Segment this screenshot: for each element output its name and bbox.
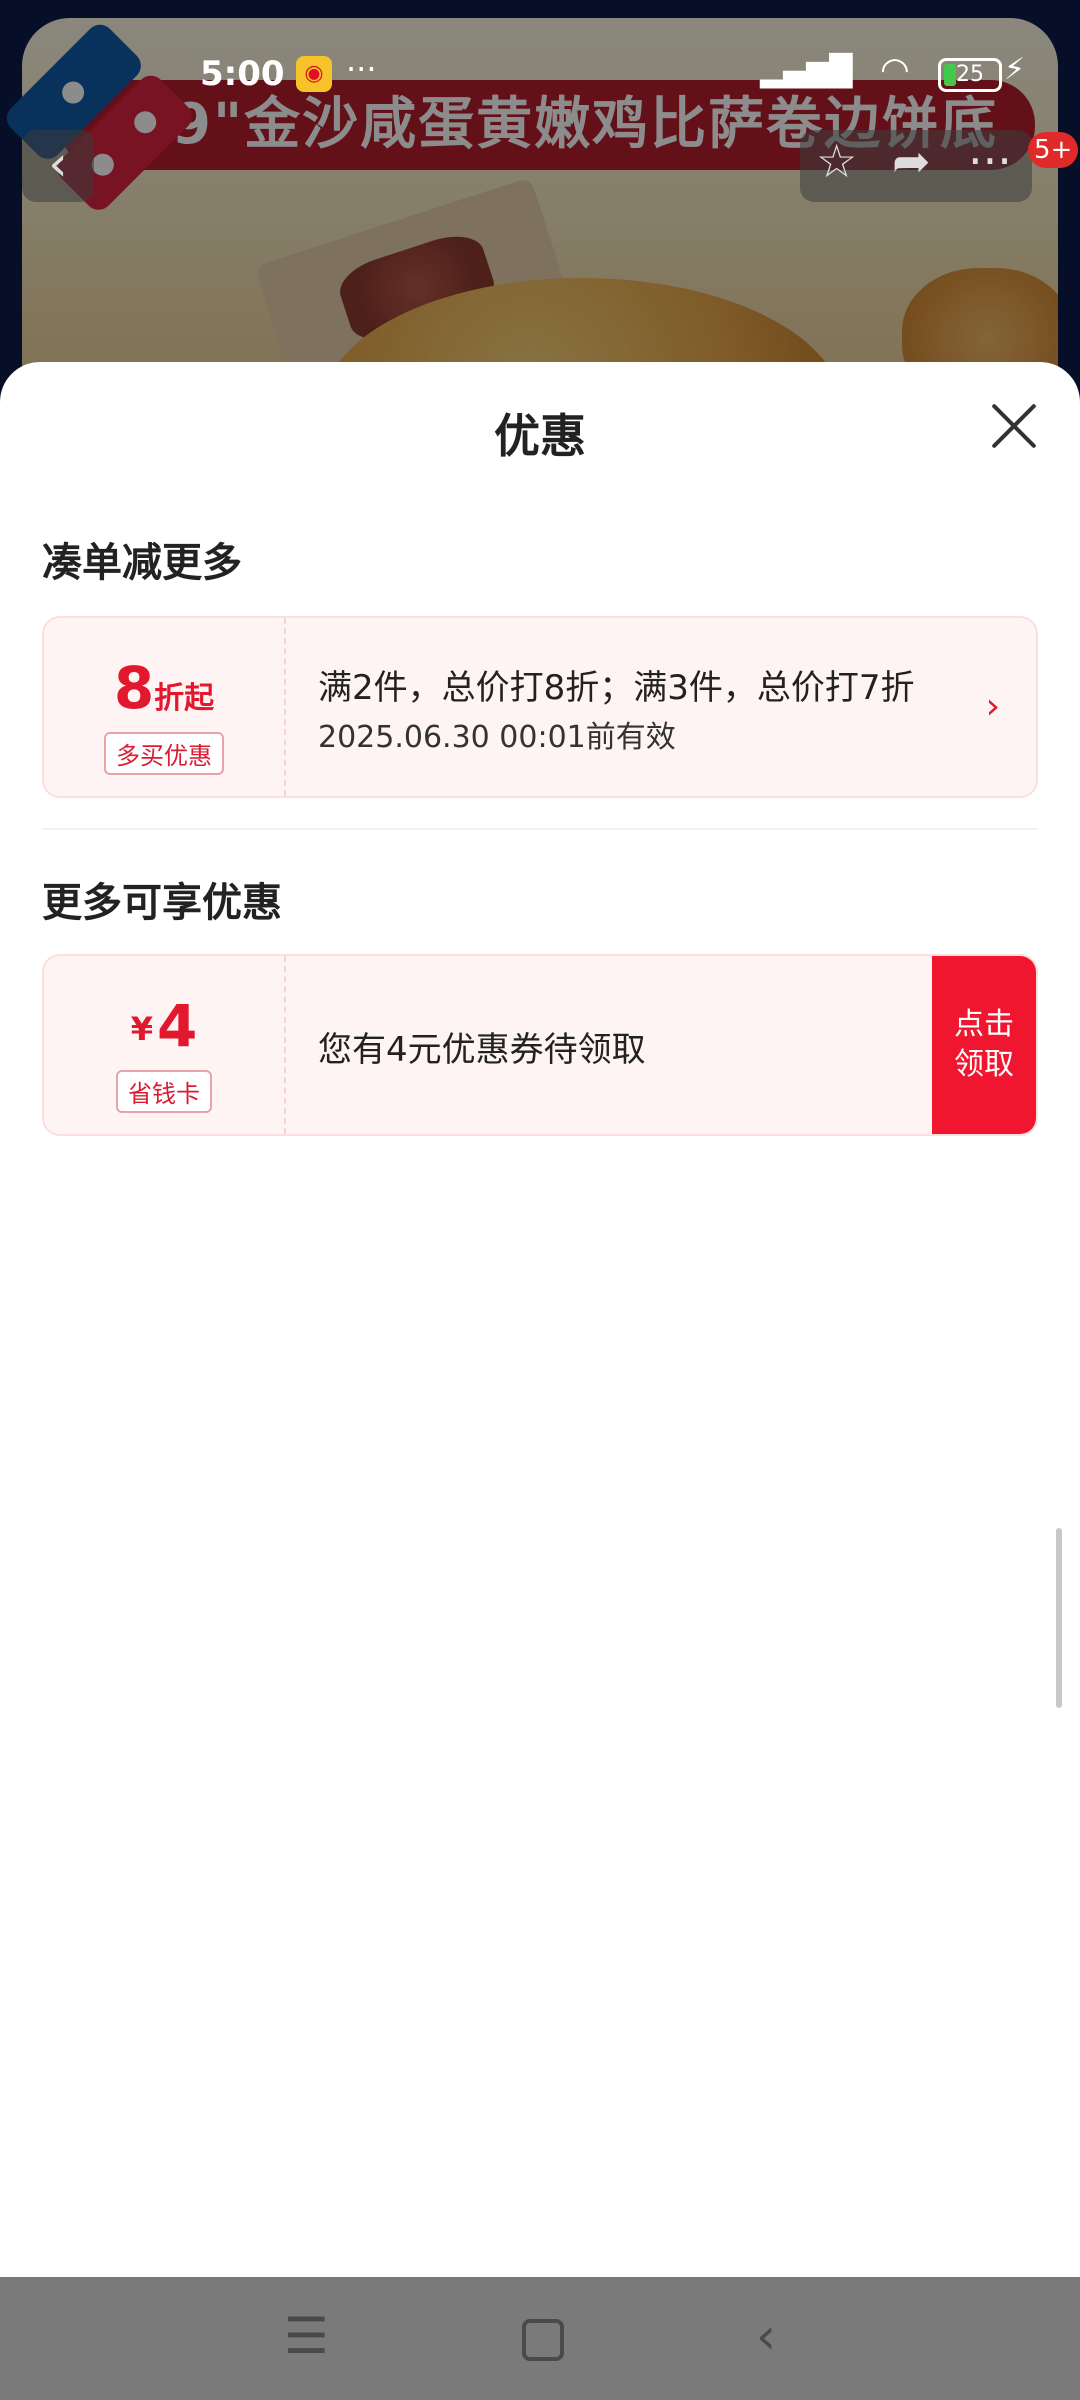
- coupon-value: ¥4: [130, 992, 198, 1060]
- wifi-icon: ◠: [880, 50, 910, 90]
- system-nav-bar: ☰ ‹: [0, 2277, 1080, 2400]
- section-title-more: 更多可享优惠: [42, 880, 282, 926]
- chevron-right-icon: ›: [985, 686, 1000, 727]
- back-icon[interactable]: ‹: [22, 130, 94, 202]
- status-time: 5:00: [200, 54, 285, 94]
- home-icon[interactable]: [522, 2319, 564, 2361]
- back-nav-icon[interactable]: ‹: [756, 2307, 776, 2365]
- status-bar: 5:00 ◉ ··· ▂▄▆█ ◠ 25 ⚡: [0, 48, 1080, 108]
- battery-icon: 25: [938, 58, 1002, 92]
- status-more: ···: [346, 50, 377, 88]
- discount-tag: 多买优惠: [104, 732, 224, 775]
- charging-icon: ⚡: [1004, 52, 1026, 87]
- top-actions: ☆ ➦ ···: [800, 130, 1032, 202]
- discount-validity: 2025.06.30 00:01前有效: [318, 720, 676, 755]
- weibo-notification-icon: ◉: [296, 56, 332, 92]
- coupon-description: 您有4元优惠券待领取: [318, 1030, 646, 1070]
- share-icon[interactable]: ➦: [892, 134, 931, 188]
- discount-description: 满2件，总价打8折；满3件，总价打7折: [318, 668, 915, 708]
- close-icon[interactable]: [990, 402, 1038, 450]
- favorite-icon[interactable]: ☆: [816, 134, 857, 188]
- scrollbar[interactable]: [1056, 1528, 1062, 1708]
- battery-level: 25: [956, 62, 984, 87]
- discount-value-panel: 8折起 多买优惠: [44, 618, 286, 796]
- section-title-bundle: 凑单减更多: [42, 540, 242, 586]
- menu-icon[interactable]: ☰: [284, 2307, 329, 2365]
- discount-value: 8折起: [113, 654, 215, 722]
- claim-coupon-button[interactable]: 点击 领取: [932, 956, 1036, 1134]
- discount-sheet: 优惠 凑单减更多 8折起 多买优惠 满2件，总价打8折；满3件，总价打7折 20…: [0, 362, 1080, 2277]
- sheet-title: 优惠: [494, 409, 586, 463]
- multi-buy-discount-card[interactable]: 8折起 多买优惠 满2件，总价打8折；满3件，总价打7折 2025.06.30 …: [42, 616, 1038, 798]
- signal-icon: ▂▄▆█: [760, 54, 853, 89]
- section-divider: [42, 828, 1038, 830]
- more-icon[interactable]: ···: [968, 134, 1012, 188]
- cart-badge: 5+: [1028, 132, 1079, 168]
- coupon-value-panel: ¥4 省钱卡: [44, 956, 286, 1134]
- product-page-background: 9"金沙咸蛋黄嫩鸡比萨卷边饼底 ‹ ☆ ➦ ··· 5+ 5:00 ◉ ··· …: [0, 0, 1080, 420]
- coupon-tag: 省钱卡: [116, 1070, 212, 1113]
- coupon-card: ¥4 省钱卡 您有4元优惠券待领取 点击 领取: [42, 954, 1038, 1136]
